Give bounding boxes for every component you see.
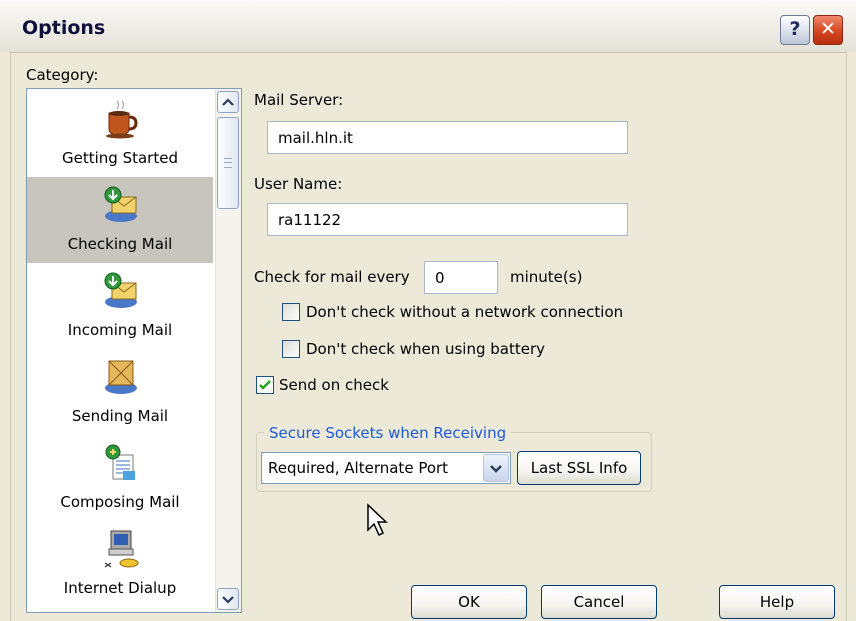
- ssl-select-value: Required, Alternate Port: [268, 459, 449, 477]
- send-on-check-checkbox[interactable]: [256, 376, 274, 394]
- minutes-unit-label: minute(s): [510, 268, 583, 286]
- incoming-mail-icon: [104, 272, 137, 308]
- no-network-checkbox[interactable]: [282, 303, 300, 321]
- scroll-down-button[interactable]: [217, 588, 239, 610]
- last-ssl-info-button[interactable]: Last SSL Info: [517, 451, 641, 485]
- chevron-down-icon: [222, 596, 234, 604]
- mail-server-field[interactable]: mail.hln.it: [267, 121, 628, 154]
- close-button[interactable]: ✕: [813, 15, 843, 45]
- sending-mail-icon: [105, 360, 137, 394]
- category-item-sending-mail[interactable]: Sending Mail: [27, 349, 213, 435]
- category-item-label: Incoming Mail: [67, 321, 173, 339]
- category-item-label: Composing Mail: [60, 493, 180, 511]
- category-item-checking-mail[interactable]: Checking Mail: [27, 177, 213, 263]
- category-scrollbar[interactable]: [215, 89, 241, 612]
- category-list[interactable]: Getting Started Checking Mail Incoming M…: [26, 88, 242, 613]
- scroll-thumb[interactable]: [217, 117, 239, 209]
- ssl-dropdown-button[interactable]: [483, 454, 509, 482]
- battery-checkbox[interactable]: [282, 340, 300, 358]
- coffee-cup-icon: [106, 100, 138, 139]
- chevron-up-icon: [222, 98, 234, 106]
- category-label: Category:: [26, 66, 99, 84]
- mail-server-label: Mail Server:: [254, 91, 344, 109]
- window-frame-left: [0, 52, 11, 621]
- category-item-getting-started[interactable]: Getting Started: [27, 91, 213, 177]
- help-button[interactable]: Help: [719, 585, 835, 619]
- category-item-internet-dialup[interactable]: Internet Dialup: [27, 521, 213, 607]
- category-item-incoming-mail[interactable]: Incoming Mail: [27, 263, 213, 349]
- checking-mail-icon: [104, 186, 137, 222]
- mouse-cursor-icon: [367, 503, 388, 537]
- category-item-label: Getting Started: [62, 149, 178, 167]
- chevron-down-icon: [490, 465, 502, 473]
- ssl-select[interactable]: Required, Alternate Port: [261, 452, 511, 484]
- ssl-group-label: Secure Sockets when Receiving: [264, 424, 512, 442]
- send-on-check-label[interactable]: Send on check: [279, 376, 389, 394]
- category-item-composing-mail[interactable]: Composing Mail: [27, 435, 213, 521]
- checkmark-icon: [259, 380, 271, 390]
- window-frame-right: [846, 52, 856, 621]
- window-title: Options: [22, 17, 106, 39]
- category-item-label: Sending Mail: [71, 407, 169, 425]
- no-network-label[interactable]: Don't check without a network connection: [306, 303, 623, 321]
- check-every-label: Check for mail every: [254, 268, 410, 286]
- composing-mail-icon: [105, 444, 135, 480]
- dialup-computer-icon: [104, 530, 139, 568]
- grip-icon: [224, 158, 232, 168]
- battery-label[interactable]: Don't check when using battery: [306, 340, 545, 358]
- cancel-button[interactable]: Cancel: [541, 585, 657, 619]
- ok-button[interactable]: OK: [411, 585, 527, 619]
- check-interval-field[interactable]: 0: [424, 261, 498, 294]
- user-name-field[interactable]: ra11122: [267, 203, 628, 236]
- title-bar: Options ? ✕: [0, 0, 856, 53]
- user-name-label: User Name:: [254, 175, 343, 193]
- category-item-label: Checking Mail: [67, 235, 173, 253]
- category-item-label: Internet Dialup: [63, 579, 177, 597]
- help-title-button[interactable]: ?: [780, 15, 810, 45]
- scroll-up-button[interactable]: [217, 91, 239, 113]
